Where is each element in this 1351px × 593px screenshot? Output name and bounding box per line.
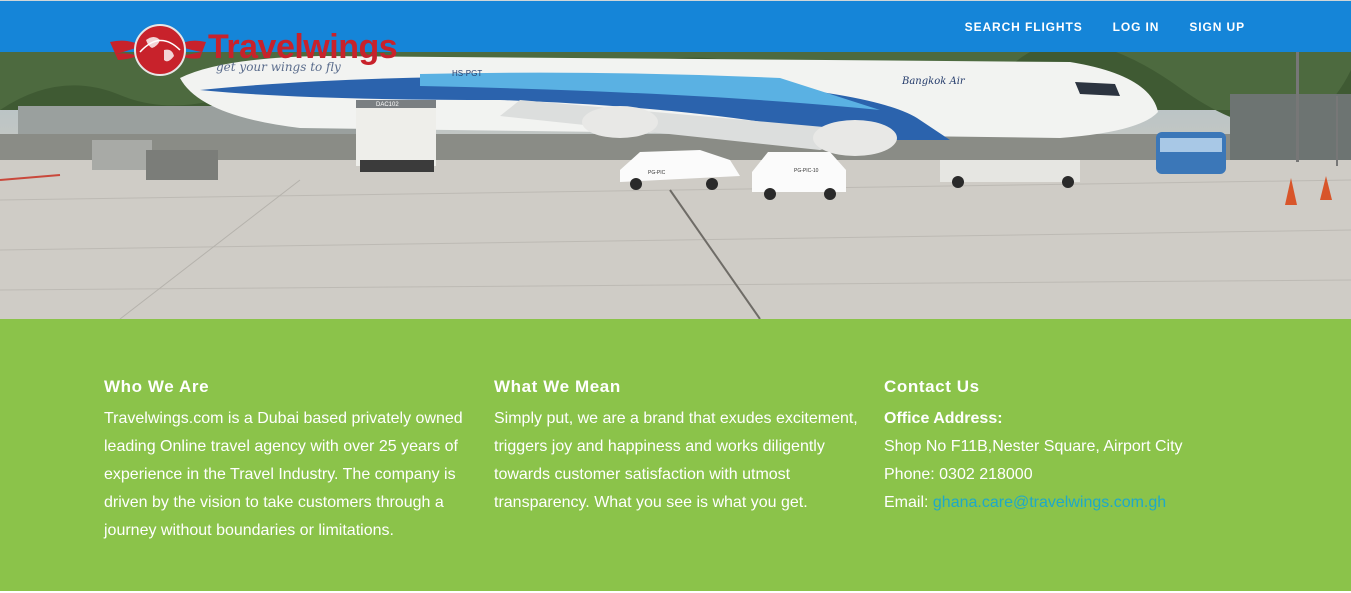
brand-logo[interactable]: Travelwings get your wings to fly <box>108 20 408 80</box>
airline-text: Bangkok Air <box>901 76 966 87</box>
globe-wings-icon <box>110 24 206 76</box>
what-we-mean-body: Simply put, we are a brand that exudes e… <box>494 410 858 511</box>
contact-us-section: Contact Us Office Address: Shop No F11B,… <box>884 377 1264 517</box>
vehicle-plate-1: PG-PIC-10 <box>794 168 819 174</box>
email-link[interactable]: ghana.care@travelwings.com.gh <box>933 494 1166 511</box>
what-we-mean-title: What We Mean <box>494 377 621 396</box>
brand-tagline: get your wings to fly <box>216 60 341 74</box>
nav-link-log-in[interactable]: LOG IN <box>1113 20 1160 34</box>
email-label: Email: <box>884 494 929 511</box>
phone-number: Phone: 0302 218000 <box>884 466 1033 483</box>
who-we-are-body: Travelwings.com is a Dubai based private… <box>104 410 463 539</box>
who-we-are-title: Who We Are <box>104 377 210 396</box>
nav-link-sign-up[interactable]: SIGN UP <box>1189 20 1245 34</box>
office-address-label: Office Address: <box>884 410 1003 427</box>
truck-label: DAC102 <box>376 102 399 108</box>
email-row: Email: ghana.care@travelwings.com.gh <box>884 489 1264 517</box>
vehicle-plate-2: PG-PIC <box>648 170 666 176</box>
what-we-mean-section: What We Mean Simply put, we are a brand … <box>494 377 866 517</box>
nav-links: SEARCH FLIGHTS LOG IN SIGN UP <box>965 1 1245 52</box>
info-band: Who We Are Travelwings.com is a Dubai ba… <box>0 319 1351 591</box>
who-we-are-section: Who We Are Travelwings.com is a Dubai ba… <box>104 377 476 545</box>
office-address: Shop No F11B,Nester Square, Airport City <box>884 438 1183 455</box>
aircraft-registration: HS-PGT <box>452 69 482 78</box>
contact-us-title: Contact Us <box>884 377 980 396</box>
nav-link-search-flights[interactable]: SEARCH FLIGHTS <box>965 20 1083 34</box>
